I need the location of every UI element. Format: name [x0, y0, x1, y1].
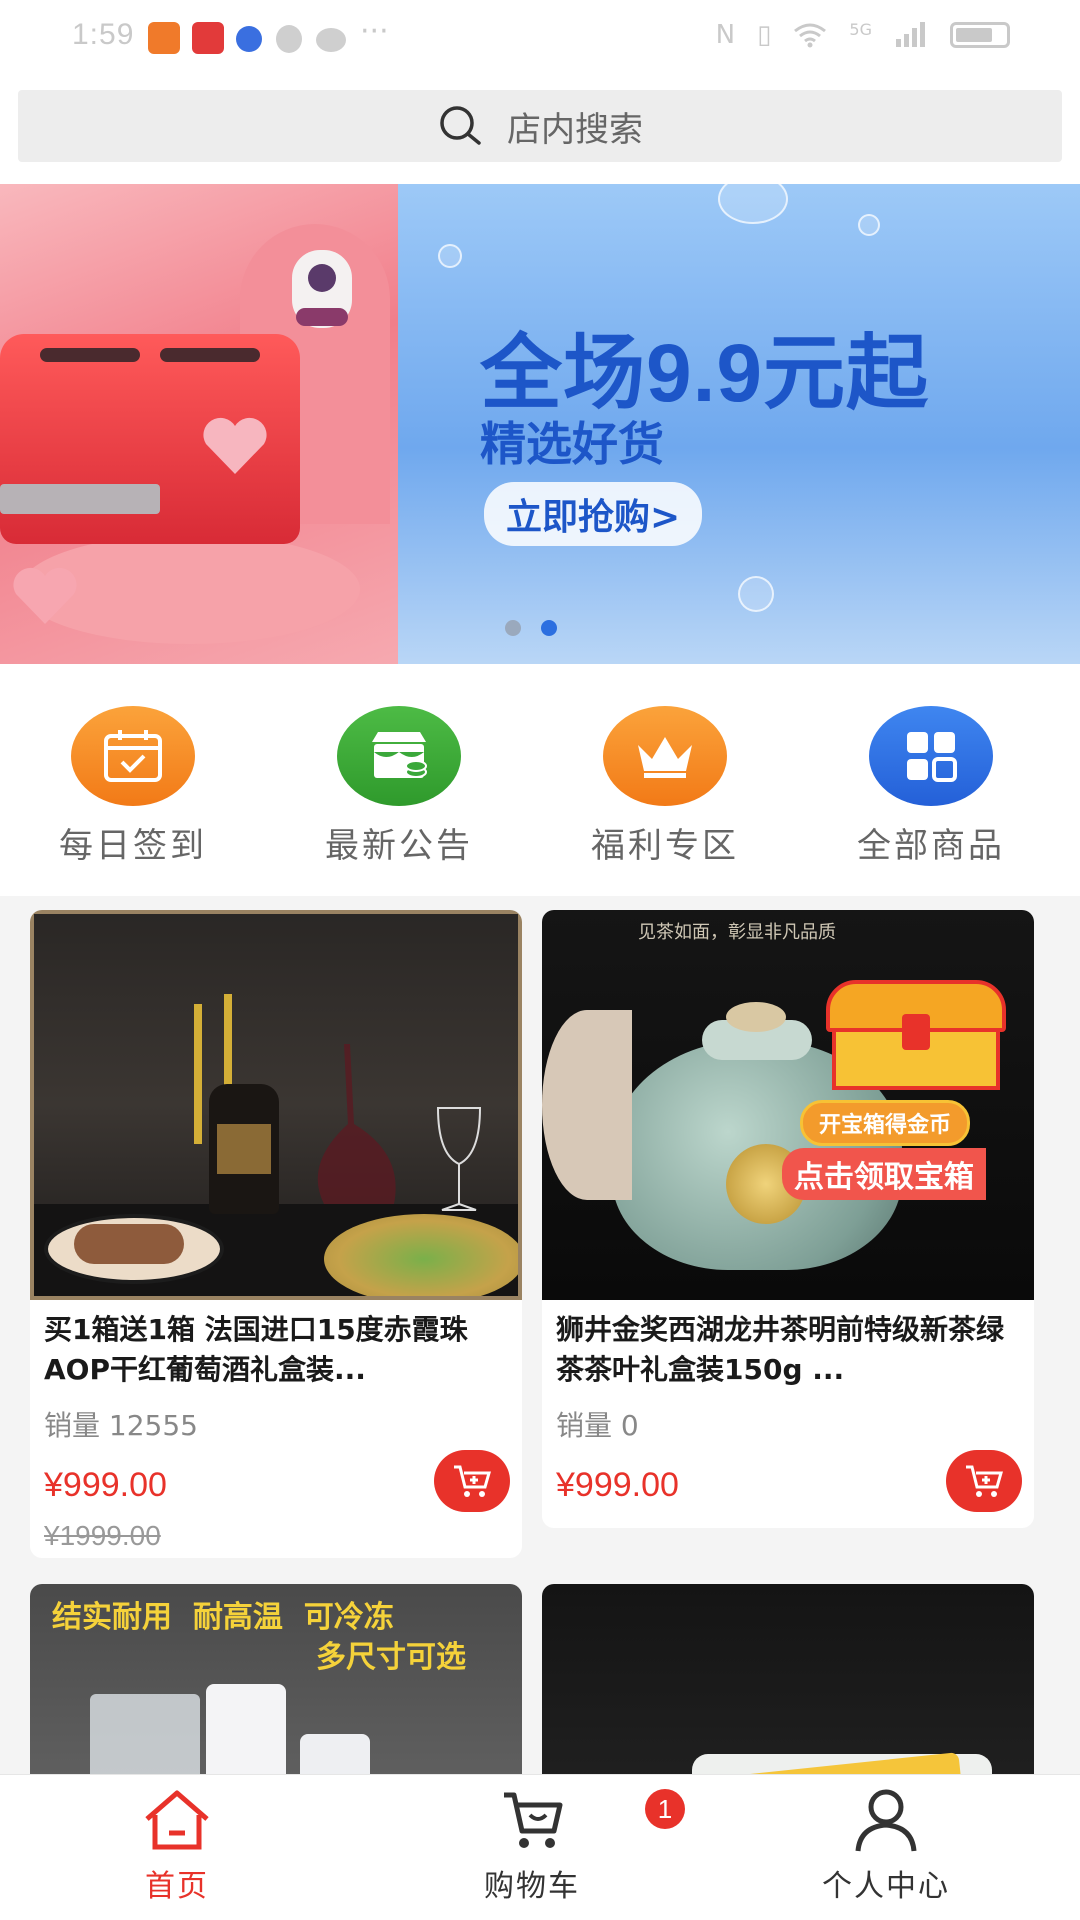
app-root: 1:59 ··· N ▯ 5G 店内搜索 全场9.9元起 精选好货 立即抢购> …	[0, 0, 1080, 1920]
product-image-wine[interactable]	[30, 910, 522, 1300]
add-to-cart-button[interactable]	[434, 1450, 510, 1512]
fan-heater-image	[292, 250, 352, 328]
battery-icon	[950, 22, 1010, 48]
product-sales: 销量 0	[556, 1409, 639, 1442]
heart-decoration	[203, 417, 267, 474]
tab-label: 首页	[145, 1869, 209, 1904]
product-title[interactable]: 狮井金奖西湖龙井茶明前特级新茶绿茶茶叶礼盒装150g ...	[556, 1310, 1020, 1390]
status-time: 1:59	[72, 18, 135, 51]
product-card[interactable]: 买1箱送1箱 法国进口15度赤霞珠AOP干红葡萄酒礼盒装... 销量 12555…	[30, 910, 522, 1558]
promo-claim-chest-badge[interactable]: 点击领取宝箱	[782, 1148, 986, 1200]
product-price: ¥999.00	[44, 1466, 167, 1504]
search-icon	[440, 106, 481, 145]
menu-item-all-products[interactable]: 全部商品	[821, 706, 1041, 867]
app-notification-icon	[236, 26, 262, 52]
carousel-dot[interactable]	[505, 620, 521, 636]
cart-count-badge: 1	[645, 1789, 685, 1829]
tab-profile[interactable]: 个人中心	[776, 1787, 996, 1905]
image-caption: 见茶如面，彰显非凡品质	[638, 922, 836, 943]
vibrate-icon: ▯	[757, 20, 772, 50]
cart-plus-icon	[966, 1465, 1003, 1497]
wifi-icon	[794, 23, 827, 48]
app-notification-icon	[192, 22, 224, 54]
banner-slide-image-left	[0, 184, 398, 664]
app-notification-icon	[148, 22, 180, 54]
menu-item-announcements[interactable]: 最新公告	[289, 706, 509, 867]
treasure-chest-image	[826, 980, 1006, 1090]
promo-open-chest-badge[interactable]: 开宝箱得金币	[800, 1100, 971, 1146]
home-icon	[145, 1790, 209, 1850]
search-input[interactable]: 店内搜索	[18, 90, 1062, 162]
search-bar-container: 店内搜索	[0, 66, 1080, 184]
quick-menu: 每日签到 最新公告 福利专区 全部商品	[0, 664, 1080, 896]
qq-icon	[276, 25, 302, 53]
menu-label: 福利专区	[591, 826, 739, 866]
carousel-indicator	[505, 620, 557, 636]
product-price: ¥999.00	[556, 1466, 679, 1504]
promo-banner-carousel[interactable]: 全场9.9元起 精选好货 立即抢购>	[0, 184, 1080, 664]
search-placeholder: 店内搜索	[507, 109, 643, 150]
heart-decoration	[13, 567, 77, 624]
wechat-icon	[316, 28, 346, 52]
banner-slide-promo: 全场9.9元起 精选好货 立即抢购>	[398, 184, 1080, 664]
menu-label: 每日签到	[59, 826, 207, 866]
menu-label: 最新公告	[325, 826, 473, 866]
user-icon	[855, 1789, 917, 1852]
product-card[interactable]: 见茶如面，彰显非凡品质 开宝箱得金币 点击领取宝箱 狮井金奖西湖龙井茶明前特级新…	[542, 910, 1034, 1528]
product-image-tea[interactable]: 见茶如面，彰显非凡品质 开宝箱得金币 点击领取宝箱	[542, 910, 1034, 1300]
status-right: N ▯ 5G	[716, 20, 1010, 50]
crown-icon	[603, 706, 727, 806]
menu-item-benefits[interactable]: 福利专区	[555, 706, 775, 867]
menu-label: 全部商品	[857, 826, 1005, 866]
signal-icon	[896, 22, 925, 47]
add-to-cart-button[interactable]	[946, 1450, 1022, 1512]
menu-item-daily-checkin[interactable]: 每日签到	[23, 706, 243, 867]
product-original-price: ¥1999.00	[44, 1520, 161, 1551]
store-icon	[337, 706, 461, 806]
tab-cart[interactable]: 购物车	[422, 1787, 642, 1905]
bottom-tab-bar: 首页 购物车 1 个人中心	[0, 1774, 1080, 1920]
image-promo-text: 多尺寸可选	[316, 1640, 466, 1675]
calendar-check-icon	[71, 706, 195, 806]
cart-icon	[504, 1792, 563, 1848]
carousel-dot-active[interactable]	[541, 620, 557, 636]
tab-label: 购物车	[484, 1869, 580, 1904]
tab-home[interactable]: 首页	[67, 1787, 287, 1905]
more-notifications-icon: ···	[360, 14, 389, 49]
status-bar: 1:59 ··· N ▯ 5G	[0, 0, 1080, 66]
product-title[interactable]: 买1箱送1箱 法国进口15度赤霞珠AOP干红葡萄酒礼盒装...	[44, 1310, 508, 1390]
banner-buy-now-button[interactable]: 立即抢购>	[484, 482, 703, 546]
network-type-label: 5G	[849, 20, 872, 39]
image-promo-text: 结实耐用 耐高温 可冷冻	[52, 1600, 394, 1635]
cart-plus-icon	[454, 1465, 491, 1497]
nfc-icon: N	[715, 20, 736, 50]
grid-icon	[869, 706, 993, 806]
banner-subtitle: 精选好货	[480, 417, 664, 471]
product-sales: 销量 12555	[44, 1409, 198, 1442]
tab-label: 个人中心	[822, 1869, 950, 1904]
